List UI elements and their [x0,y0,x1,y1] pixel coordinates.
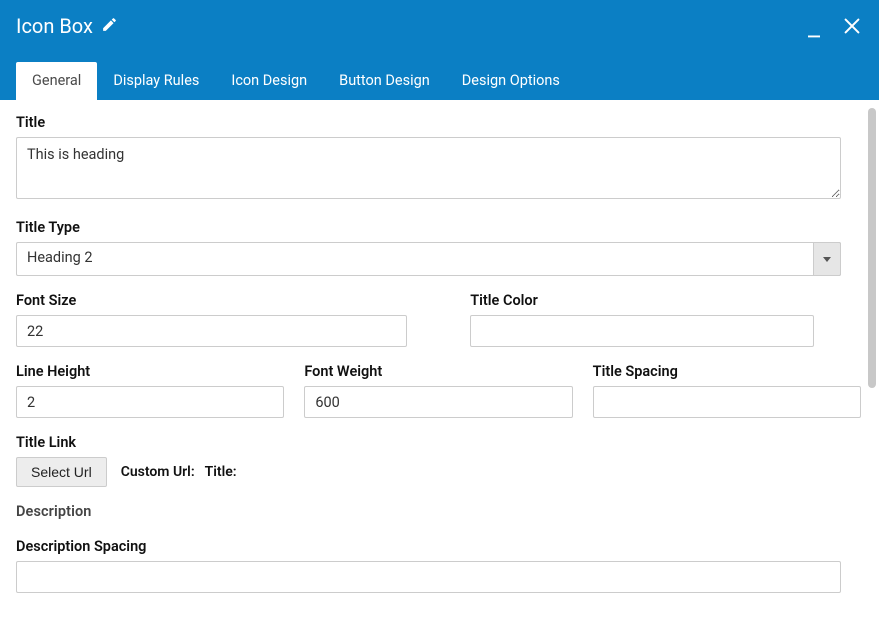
line-height-input[interactable] [16,386,284,418]
font-size-label: Font Size [16,292,407,309]
tab-label: General [32,72,81,89]
title-color-input[interactable] [470,315,814,347]
chevron-down-icon[interactable] [813,242,841,276]
title-label: Title [16,114,863,131]
close-icon[interactable] [841,15,863,37]
title-color-label: Title Color [470,292,861,309]
tab-general[interactable]: General [16,62,97,100]
line-height-label: Line Height [16,363,284,380]
tab-design-options[interactable]: Design Options [446,62,576,100]
custom-url-label: Custom Url: [121,464,195,480]
font-weight-label: Font Weight [304,363,572,380]
dialog-body: Title Title Type Heading 2 Font Size Tit… [0,100,879,620]
font-size-input[interactable] [16,315,407,347]
tab-icon-design[interactable]: Icon Design [215,62,323,100]
minimize-icon[interactable] [805,12,823,40]
link-title-label: Title: [205,464,237,480]
dialog-title-wrap: Icon Box [16,14,118,38]
select-url-button[interactable]: Select Url [16,457,107,487]
title-type-value: Heading 2 [16,242,841,276]
scrollbar-thumb[interactable] [868,108,876,388]
title-spacing-input[interactable] [593,386,861,418]
font-weight-input[interactable] [304,386,572,418]
tab-label: Icon Design [231,72,307,89]
tab-label: Button Design [339,72,430,89]
dialog-header: Icon Box General Display Rules Icon Desi… [0,0,879,100]
tab-button-design[interactable]: Button Design [323,62,446,100]
title-type-select[interactable]: Heading 2 [16,242,841,276]
dialog-title: Icon Box [16,14,93,38]
title-input[interactable] [16,137,841,199]
description-spacing-input[interactable] [16,561,841,593]
tab-display-rules[interactable]: Display Rules [97,62,215,100]
title-type-label: Title Type [16,219,863,236]
description-label: Description [16,503,863,520]
tab-label: Display Rules [113,72,199,89]
description-spacing-label: Description Spacing [16,538,863,555]
title-link-label: Title Link [16,434,863,451]
title-spacing-label: Title Spacing [593,363,861,380]
tabs: General Display Rules Icon Design Button… [16,62,576,100]
tab-label: Design Options [462,72,560,89]
pencil-icon[interactable] [101,14,118,38]
